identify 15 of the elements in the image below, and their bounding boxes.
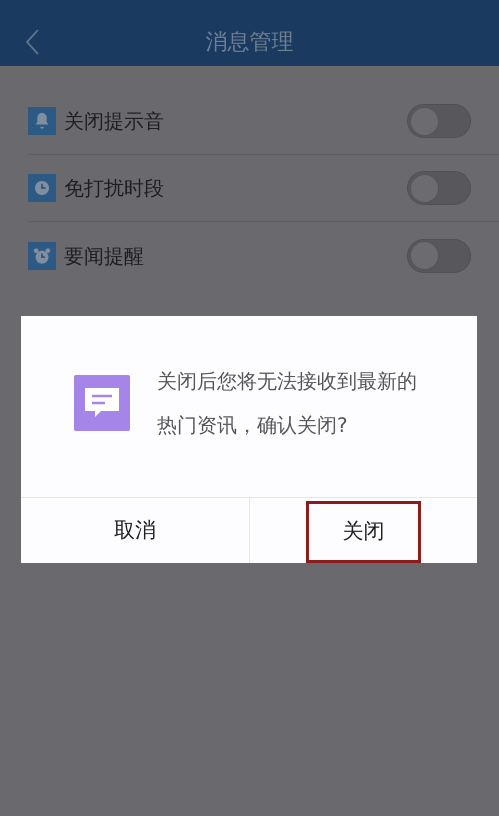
toggle-switch[interactable] [407,104,471,138]
clock-icon [28,174,56,202]
back-icon [24,28,40,56]
toggle-switch[interactable] [407,238,471,272]
message-icon [74,374,130,430]
dialog-message: 关闭后您将无法接收到最新的热门资讯，确认关闭? [157,368,418,438]
dialog-button[interactable]: 取消 [98,500,172,562]
setting-label: 要闻提醒 [64,242,144,270]
alarm-clock-icon [28,242,56,270]
dialog-button[interactable]: 关闭 [306,500,421,562]
bell-icon [28,107,56,135]
setting-label: 关闭提示音 [64,108,164,135]
toggle-switch[interactable] [407,171,471,205]
setting-label: 免打扰时段 [64,175,164,202]
page-title: 消息管理 [206,28,294,56]
